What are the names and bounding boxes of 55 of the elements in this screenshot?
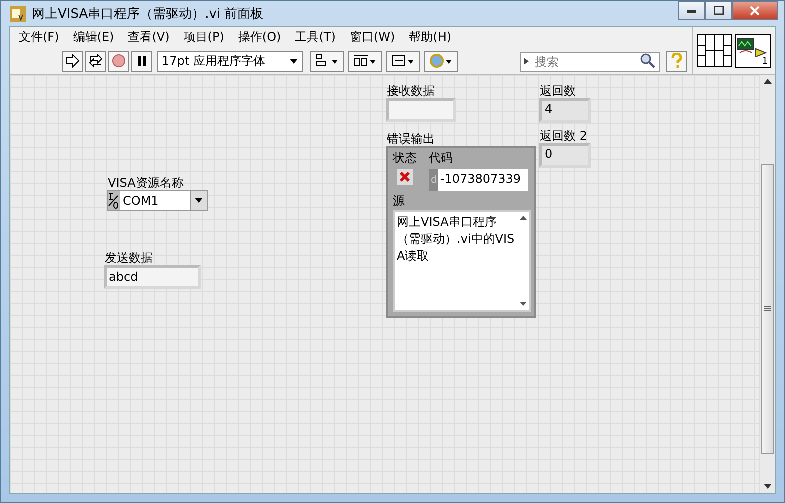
menu-item[interactable]: 文件(F) <box>14 29 68 46</box>
close-icon <box>750 6 760 16</box>
scroll-down-icon <box>764 484 772 489</box>
source-text: 网上VISA串口程序（需驱动）.vi中的VISA读取 <box>396 214 516 265</box>
menu-item[interactable]: 编辑(E) <box>68 29 124 46</box>
pause-icon[interactable] <box>131 50 152 72</box>
menu-item[interactable]: 工具(T) <box>290 29 345 46</box>
indicator-label: 返回数 <box>540 84 576 98</box>
control-label: 发送数据 <box>105 251 153 265</box>
maximize-button[interactable] <box>705 1 732 20</box>
menu-item[interactable]: 项目(P) <box>178 29 234 46</box>
menu-item[interactable]: 窗口(W) <box>344 29 404 46</box>
scroll-up-icon <box>764 79 772 84</box>
string-field[interactable]: abcd <box>104 265 201 289</box>
radix-label: d <box>430 174 438 188</box>
vi-icon[interactable]: 1 <box>735 34 771 68</box>
search-icon <box>640 53 656 69</box>
indicator-label: 返回数 2 <box>540 129 588 143</box>
help-icon[interactable] <box>666 50 687 72</box>
font-dropdown[interactable]: 17pt 应用程序字体 <box>157 50 303 72</box>
menu-item[interactable]: 帮助(H) <box>404 29 461 46</box>
search-field[interactable]: 搜索 <box>520 52 660 72</box>
cluster-label: 错误输出 <box>387 132 435 146</box>
connector-pane-icon[interactable] <box>697 34 733 68</box>
run-continuously-icon[interactable] <box>85 50 106 72</box>
source-label: 源 <box>393 194 406 209</box>
code-label: 代码 <box>429 151 454 166</box>
io-icon <box>108 192 120 210</box>
scroll-down-icon[interactable] <box>520 302 526 306</box>
control-label: VISA资源名称 <box>108 176 184 190</box>
minimize-icon <box>686 8 696 12</box>
status-label: 状态 <box>393 151 417 166</box>
window-title: 网上VISA串口程序（需驱动）.vi 前面板 <box>32 6 264 22</box>
minimize-button[interactable] <box>678 1 705 20</box>
resize-icon[interactable] <box>386 50 420 72</box>
dropdown-arrow-icon <box>195 198 203 203</box>
app-icon <box>10 6 26 22</box>
numeric-indicator: 4 <box>539 98 591 123</box>
align-icon[interactable] <box>310 50 344 72</box>
control-label: 接收数据 <box>387 84 435 98</box>
distribute-icon[interactable] <box>348 50 382 72</box>
menu-item[interactable]: 查看(V) <box>123 29 179 46</box>
close-button[interactable] <box>732 1 778 20</box>
dropdown-arrow-icon <box>290 58 298 64</box>
menu-item[interactable]: 操作(O) <box>233 29 290 46</box>
string-field[interactable] <box>386 98 456 122</box>
scroll-thumb[interactable] <box>761 164 774 454</box>
maximize-icon <box>714 6 724 15</box>
numeric-indicator: 0 <box>539 143 591 168</box>
scroll-up-icon[interactable] <box>520 216 526 220</box>
error-code-field: -1073807339 <box>438 169 528 191</box>
abort-icon[interactable] <box>108 50 129 72</box>
search-scope-icon[interactable] <box>524 58 529 65</box>
vertical-scrollbar[interactable] <box>759 75 775 493</box>
visa-resource-dropdown[interactable]: COM1 <box>107 190 208 211</box>
